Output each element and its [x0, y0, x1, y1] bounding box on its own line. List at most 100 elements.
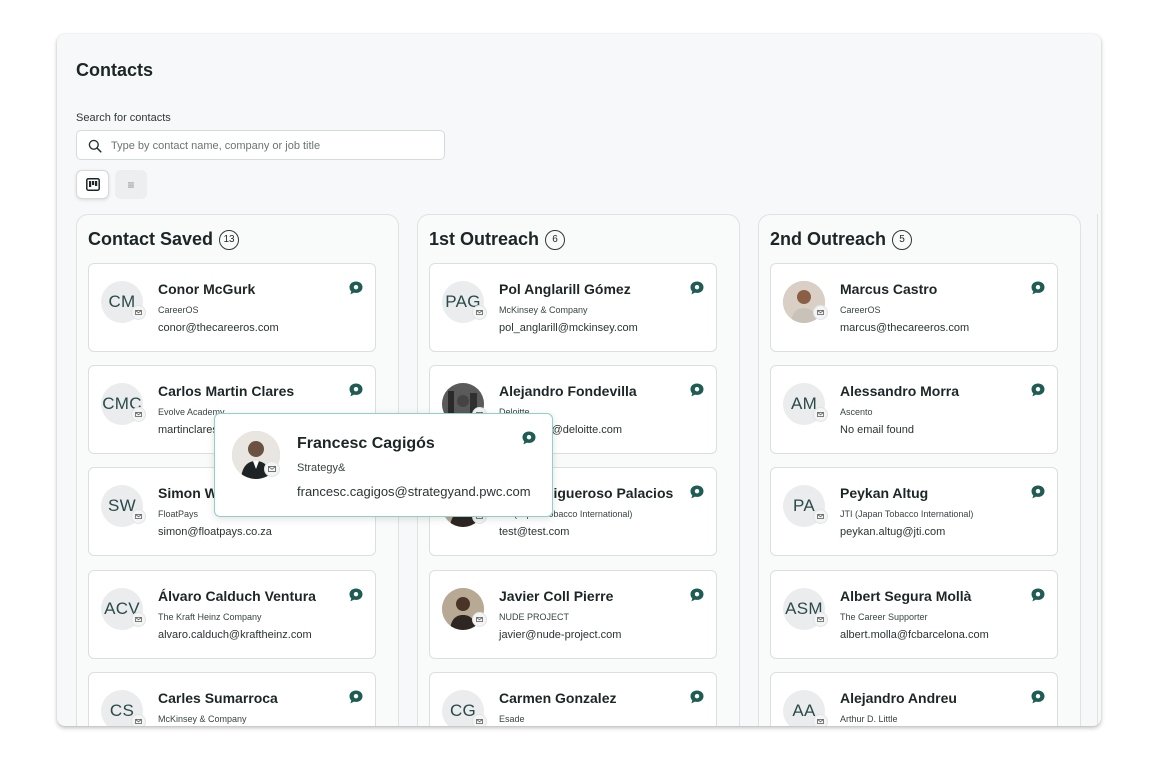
mail-icon	[476, 310, 483, 315]
chat-bubble-icon	[349, 690, 363, 704]
chat-bubble-icon	[690, 383, 704, 397]
chat-bubble-icon	[1031, 281, 1045, 295]
email-badge	[264, 461, 280, 477]
contact-company: FloatPays	[158, 509, 199, 519]
mail-icon	[135, 412, 142, 417]
chat-button[interactable]	[348, 587, 364, 608]
contact-name: Carlos Martin Clares	[158, 383, 295, 399]
chat-bubble-icon	[1031, 690, 1045, 704]
contact-card[interactable]: CS Carles Sumarroca McKinsey & Company	[88, 672, 376, 726]
contact-email: simon@floatpays.co.za	[158, 526, 272, 538]
contact-card[interactable]: ASM Albert Segura Mollà The Career Support…	[770, 570, 1058, 659]
contact-card[interactable]: CM Conor McGurk CareerOS conor@thecareeros.…	[88, 263, 376, 352]
contact-company: CareerOS	[158, 305, 199, 315]
contact-company: The Career Supporter	[840, 612, 928, 622]
contact-name: Álvaro Calduch Ventura	[158, 588, 316, 604]
contact-card[interactable]: ACV Álvaro Calduch Ventura The Kraft Heinz…	[88, 570, 376, 659]
contact-company: NUDE PROJECT	[499, 612, 570, 622]
chat-button[interactable]	[689, 484, 705, 505]
chat-button[interactable]	[1030, 484, 1046, 505]
contact-company: Ascento	[840, 407, 873, 417]
search-input[interactable]	[109, 131, 443, 161]
contact-email: javier@nude-project.com	[499, 629, 622, 641]
list-view-button[interactable]: ≡	[115, 170, 147, 199]
chat-button[interactable]	[348, 280, 364, 301]
email-badge	[131, 714, 146, 726]
column-title-text: Contact Saved	[88, 229, 214, 249]
contact-name: Alejandro Andreu	[840, 690, 957, 706]
contact-email: francesc.cagigos@strategyand.pwc.com	[297, 484, 531, 499]
mail-icon	[817, 719, 824, 724]
chat-button[interactable]	[1030, 382, 1046, 403]
chat-bubble-icon	[349, 281, 363, 295]
contact-card[interactable]: Marcus Castro CareerOS marcus@thecareeros.…	[770, 263, 1058, 352]
contact-name: Javier Coll Pierre	[499, 588, 614, 604]
search-box[interactable]	[76, 130, 445, 161]
email-badge	[472, 714, 487, 726]
column-count-badge: 5	[892, 229, 913, 250]
chat-button[interactable]	[689, 382, 705, 403]
chat-button[interactable]	[1030, 587, 1046, 608]
contact-card[interactable]: PAG Pol Anglarill Gómez McKinsey & Company…	[429, 263, 717, 352]
contact-hover-card[interactable]: Francesc Cagigós Strategy& francesc.cagi…	[214, 413, 553, 517]
mail-icon	[135, 514, 142, 519]
contacts-panel: Contacts Search for contacts ≡ Contact S…	[57, 34, 1101, 726]
contact-name: Carles Sumarroca	[158, 690, 278, 706]
contact-email: test@test.com	[499, 526, 570, 538]
chat-button[interactable]	[1030, 280, 1046, 301]
column-title-text: 2nd Outreach	[770, 229, 887, 249]
chat-button[interactable]	[1030, 689, 1046, 710]
chat-bubble-icon	[1031, 485, 1045, 499]
chat-button[interactable]	[689, 280, 705, 301]
contact-card[interactable]: PA Peykan Altug JTI (Japan Tobacco Interna…	[770, 467, 1058, 556]
contact-name: Albert Segura Mollà	[840, 588, 972, 604]
contact-company: McKinsey & Company	[158, 714, 247, 724]
contact-company: JTI (Japan Tobacco International)	[840, 509, 974, 519]
column-title: Contact Saved 13	[88, 229, 240, 250]
contact-email: No email found	[840, 424, 914, 436]
chat-button[interactable]	[521, 430, 537, 451]
column-count-badge: 6	[545, 229, 566, 250]
email-badge	[472, 612, 487, 627]
chat-bubble-icon	[690, 281, 704, 295]
contact-name: Conor McGurk	[158, 281, 256, 297]
contact-company: CareerOS	[840, 305, 881, 315]
mail-icon	[476, 719, 483, 724]
chat-button[interactable]	[689, 689, 705, 710]
contact-email: marcus@thecareeros.com	[840, 322, 970, 334]
contact-email: alvaro.calduch@kraftheinz.com	[158, 629, 312, 641]
contact-name: Francesc Cagigós	[297, 435, 435, 452]
mail-icon	[135, 310, 142, 315]
next-column-edge	[1097, 214, 1101, 726]
board-view-button[interactable]	[76, 170, 109, 199]
mail-icon	[476, 617, 483, 622]
contact-card[interactable]: AA Alejandro Andreu Arthur D. Little	[770, 672, 1058, 726]
chat-bubble-icon	[349, 383, 363, 397]
search-label: Search for contacts	[76, 112, 171, 124]
contact-card[interactable]: Javier Coll Pierre NUDE PROJECT javier@nud…	[429, 570, 717, 659]
email-badge	[472, 305, 487, 320]
mail-icon	[268, 466, 276, 472]
contact-card[interactable]: CG Carmen Gonzalez Esade	[429, 672, 717, 726]
chat-button[interactable]	[348, 689, 364, 710]
mail-icon	[135, 719, 142, 724]
contact-name: Carmen Gonzalez	[499, 690, 617, 706]
email-badge	[813, 509, 828, 524]
chat-button[interactable]	[348, 382, 364, 403]
page-title: Contacts	[76, 60, 154, 80]
email-badge	[813, 612, 828, 627]
column-count-badge: 13	[219, 229, 240, 250]
email-badge	[131, 509, 146, 524]
contact-company: Arthur D. Little	[840, 714, 898, 724]
list-view-icon: ≡	[127, 177, 135, 192]
contact-name: Peykan Altug	[840, 485, 929, 501]
email-badge	[131, 305, 146, 320]
mail-icon	[817, 310, 824, 315]
chat-button[interactable]	[689, 587, 705, 608]
contact-card[interactable]: AM Alessandro Morra Ascento No email found	[770, 365, 1058, 454]
mail-icon	[817, 412, 824, 417]
email-badge	[813, 714, 828, 726]
contact-company: Strategy&	[297, 462, 346, 474]
mail-icon	[817, 617, 824, 622]
contact-company: Esade	[499, 714, 525, 724]
